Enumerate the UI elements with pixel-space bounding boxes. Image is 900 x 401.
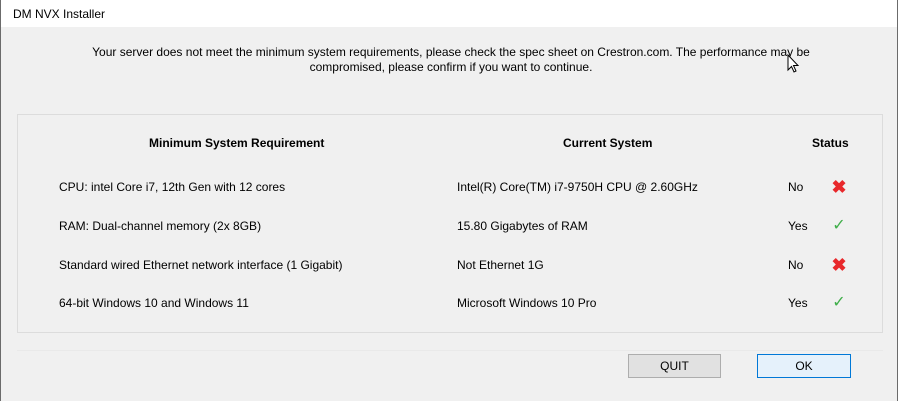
- warning-message: Your server does not meet the minimum sy…: [41, 45, 861, 75]
- check-icon: ✓: [832, 294, 846, 311]
- header-status: Status: [812, 136, 849, 150]
- row-1-current: Intel(R) Core(TM) i7-9750H CPU @ 2.60GHz: [457, 180, 698, 194]
- cross-icon: ✖: [831, 177, 847, 197]
- warning-message-line-2: compromised, please confirm if you want …: [309, 60, 593, 74]
- title-bar[interactable]: DM NVX Installer: [1, 0, 897, 27]
- ok-button[interactable]: OK: [757, 354, 851, 378]
- check-icon: ✓: [832, 217, 846, 234]
- window-title: DM NVX Installer: [13, 7, 106, 21]
- row-3-status: No: [788, 258, 804, 272]
- row-1-requirement: CPU: intel Core i7, 12th Gen with 12 cor…: [59, 180, 286, 194]
- row-4-current: Microsoft Windows 10 Pro: [457, 296, 597, 310]
- header-minimum-requirement: Minimum System Requirement: [149, 136, 325, 150]
- warning-message-line-1: Your server does not meet the minimum sy…: [92, 45, 810, 59]
- row-2-status: Yes: [788, 219, 808, 233]
- row-4-status: Yes: [788, 296, 808, 310]
- footer-divider: [17, 350, 883, 351]
- mouse-cursor-icon: [787, 54, 800, 73]
- row-2-requirement: RAM: Dual-channel memory (2x 8GB): [59, 219, 262, 233]
- row-3-requirement: Standard wired Ethernet network interfac…: [59, 258, 343, 272]
- quit-button[interactable]: QUIT: [628, 354, 721, 378]
- row-4-requirement: 64-bit Windows 10 and Windows 11: [59, 296, 249, 310]
- row-3-current: Not Ethernet 1G: [457, 258, 544, 272]
- header-current-system: Current System: [563, 136, 653, 150]
- row-2-current: 15.80 Gigabytes of RAM: [457, 219, 588, 233]
- row-1-status: No: [788, 180, 804, 194]
- cross-icon: ✖: [831, 255, 847, 275]
- installer-window: DM NVX Installer Your server does not me…: [0, 0, 898, 401]
